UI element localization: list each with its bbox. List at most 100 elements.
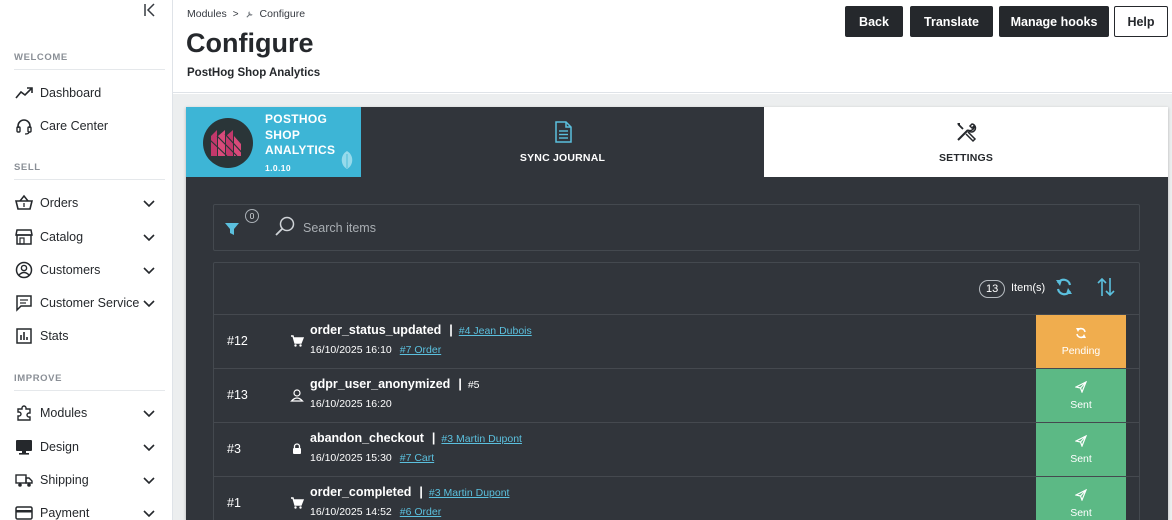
row-object-link[interactable]: #7 Order — [400, 344, 441, 356]
table-row[interactable]: #12 order_status_updated | #4 Jean Dubois … — [214, 314, 1139, 368]
status-label: Sent — [1070, 452, 1092, 465]
row-date-line: 16/10/2025 14:52 #6 Order — [310, 506, 441, 518]
leaf-icon — [341, 151, 353, 169]
tab-settings[interactable]: SETTINGS — [764, 107, 1168, 177]
sort-icon[interactable] — [1095, 276, 1117, 298]
row-customer-link[interactable]: #3 Martin Dupont — [429, 487, 510, 499]
sidebar-item-label: Stats — [40, 329, 69, 343]
sidebar-item-catalog[interactable]: Catalog — [0, 222, 172, 252]
sidebar-item-shipping[interactable]: Shipping — [0, 465, 172, 495]
breadcrumb-configure: Configure — [259, 8, 306, 20]
row-separator: | — [458, 377, 462, 391]
row-date: 16/10/2025 16:10 — [310, 344, 392, 356]
page-header: Modules > Configure Configure PostHog Sh… — [173, 0, 1172, 93]
row-separator: | — [419, 485, 423, 499]
chevron-down-icon — [143, 510, 155, 518]
sync-icon — [1076, 327, 1086, 338]
status-label: Sent — [1070, 506, 1092, 519]
row-customer: #5 — [467, 379, 480, 391]
row-separator: | — [449, 323, 453, 337]
row-object-link[interactable]: #6 Order — [400, 506, 441, 518]
tab-label: SETTINGS — [938, 152, 994, 164]
module-panel: POSTHOG SHOP ANALYTICS 1.0.10 SYNC JOURN… — [186, 107, 1168, 520]
filter-icon[interactable] — [224, 221, 240, 237]
sidebar-item-dashboard[interactable]: Dashboard — [0, 78, 172, 108]
module-logo: POSTHOG SHOP ANALYTICS 1.0.10 — [186, 107, 361, 177]
refresh-icon[interactable] — [1054, 277, 1074, 297]
search-icon — [275, 216, 295, 236]
row-date: 16/10/2025 14:52 — [310, 506, 392, 518]
search-bar: 0 — [213, 204, 1140, 251]
row-date-line: 16/10/2025 15:30 #7 Cart — [310, 452, 434, 464]
translate-button[interactable]: Translate — [910, 6, 993, 37]
row-customer-link[interactable]: #3 Martin Dupont — [441, 433, 522, 445]
section-divider — [14, 69, 165, 70]
sidebar: WELCOME Dashboard Care Center SELL Order… — [0, 0, 173, 520]
sidebar-item-care-center[interactable]: Care Center — [0, 111, 172, 141]
table-row[interactable]: #1 order_completed | #3 Martin Dupont 16/1… — [214, 476, 1139, 520]
section-label-sell: SELL — [14, 162, 41, 173]
send-icon — [1075, 380, 1087, 393]
status-badge: Sent — [1036, 423, 1126, 476]
sidebar-item-modules[interactable]: Modules — [0, 398, 172, 428]
module-logo-text: POSTHOG SHOP ANALYTICS — [265, 112, 336, 157]
chat-icon — [14, 293, 34, 313]
store-icon — [14, 227, 34, 247]
user-circle-icon — [14, 260, 34, 280]
sidebar-item-label: Modules — [40, 406, 88, 420]
cart-icon — [291, 497, 304, 509]
cart-icon — [291, 335, 304, 347]
filter-count-badge: 0 — [245, 209, 259, 223]
sidebar-item-payment[interactable]: Payment — [0, 498, 172, 520]
wrench-icon — [245, 10, 253, 18]
sidebar-item-label: Care Center — [40, 119, 109, 133]
section-divider — [14, 179, 165, 180]
document-icon — [554, 121, 572, 143]
sync-journal-list: 13 Item(s) #12 order_status_updated | #4 J… — [213, 262, 1140, 520]
back-button[interactable]: Back — [845, 6, 903, 37]
sidebar-item-stats[interactable]: Stats — [0, 321, 172, 351]
truck-icon — [14, 470, 34, 490]
status-label: Sent — [1070, 398, 1092, 411]
breadcrumb-modules[interactable]: Modules — [187, 8, 227, 20]
main-content: POSTHOG SHOP ANALYTICS 1.0.10 SYNC JOURN… — [173, 94, 1172, 520]
row-date-line: 16/10/2025 16:20 — [310, 398, 392, 410]
sidebar-item-label: Dashboard — [40, 86, 102, 100]
row-id: #1 — [227, 496, 241, 510]
status-badge: Pending — [1036, 315, 1126, 368]
manage-hooks-button[interactable]: Manage hooks — [999, 6, 1109, 37]
chevron-down-icon — [143, 267, 155, 275]
row-event-line: gdpr_user_anonymized | #5 — [310, 377, 480, 391]
sidebar-item-label: Orders — [40, 196, 79, 210]
row-date: 16/10/2025 15:30 — [310, 452, 392, 464]
help-button[interactable]: Help — [1114, 6, 1168, 37]
row-event-name: gdpr_user_anonymized — [310, 377, 451, 391]
breadcrumb-separator: > — [232, 8, 239, 20]
puzzle-icon — [14, 403, 34, 423]
tools-icon — [957, 123, 977, 143]
sidebar-item-design[interactable]: Design — [0, 432, 172, 462]
status-badge: Sent — [1036, 477, 1126, 520]
basket-icon — [14, 193, 34, 213]
row-event-name: order_completed — [310, 485, 412, 499]
tab-sync-journal[interactable]: SYNC JOURNAL — [361, 107, 764, 177]
status-label: Pending — [1061, 344, 1101, 357]
trending-up-icon — [14, 83, 34, 103]
posthog-logo-icon — [203, 118, 253, 168]
collapse-sidebar-icon[interactable] — [141, 1, 159, 19]
sidebar-item-orders[interactable]: Orders — [0, 188, 172, 218]
row-id: #12 — [227, 334, 248, 348]
sidebar-item-customer-service[interactable]: Customer Service — [0, 288, 172, 318]
search-input[interactable] — [303, 217, 703, 239]
row-customer-link[interactable]: #4 Jean Dubois — [459, 325, 532, 337]
user-icon — [290, 389, 304, 402]
table-row[interactable]: #13 gdpr_user_anonymized | #5 16/10/2025 1… — [214, 368, 1139, 422]
tab-label: SYNC JOURNAL — [519, 152, 606, 164]
sidebar-item-customers[interactable]: Customers — [0, 255, 172, 285]
row-event-line: abandon_checkout | #3 Martin Dupont — [310, 431, 522, 445]
row-separator: | — [431, 431, 436, 445]
section-label-welcome: WELCOME — [14, 52, 68, 63]
table-row[interactable]: #3 abandon_checkout | #3 Martin Dupont 16/… — [214, 422, 1139, 476]
row-object-link[interactable]: #7 Cart — [400, 452, 434, 464]
monitor-icon — [14, 437, 34, 457]
